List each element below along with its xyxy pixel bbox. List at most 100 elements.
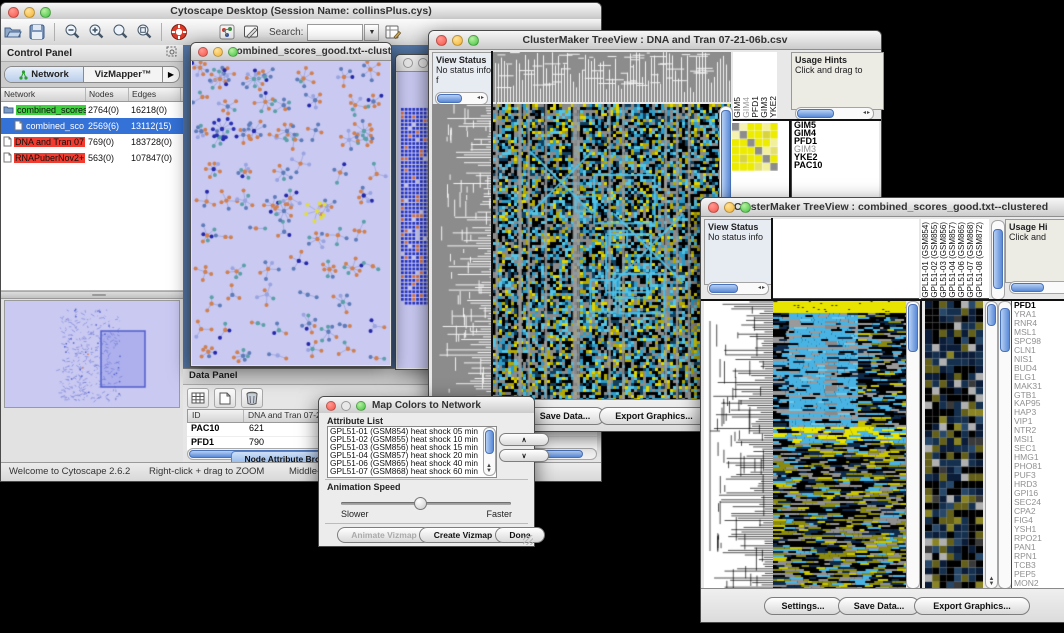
animate-vizmap-button[interactable]: Animate Vizmap bbox=[337, 527, 431, 543]
help-lifesaver-icon[interactable] bbox=[168, 22, 190, 42]
scroll-thumb[interactable] bbox=[1000, 308, 1010, 352]
scroll-thumb[interactable] bbox=[797, 109, 834, 118]
minimize-button[interactable] bbox=[24, 7, 35, 18]
move-down-button[interactable]: ∨ bbox=[499, 449, 549, 462]
close-button[interactable] bbox=[403, 58, 413, 68]
close-button[interactable] bbox=[8, 7, 19, 18]
scroll-thumb[interactable] bbox=[1011, 283, 1044, 292]
zoom-fit-icon[interactable] bbox=[109, 22, 131, 42]
col-network[interactable]: Network bbox=[1, 88, 86, 101]
scroll-thumb[interactable] bbox=[709, 284, 738, 293]
delete-attribute-icon[interactable] bbox=[241, 388, 263, 408]
move-up-button[interactable]: ∧ bbox=[499, 433, 549, 446]
network-overview-thumbnail[interactable] bbox=[4, 300, 180, 408]
new-attribute-icon[interactable] bbox=[214, 388, 236, 408]
save-data-button[interactable]: Save Data... bbox=[838, 597, 920, 615]
resize-grip[interactable] bbox=[523, 535, 533, 545]
minimize-button[interactable] bbox=[213, 47, 223, 57]
zoom-button[interactable] bbox=[228, 47, 238, 57]
treeview-combined-buttonbar: Settings... Save Data... Export Graphics… bbox=[701, 588, 1064, 622]
row-dendrogram[interactable] bbox=[704, 301, 773, 589]
attribute-listbox[interactable]: GPL51-01 (GSM854) heat shock 05 minGPL51… bbox=[327, 426, 497, 478]
slider-thumb[interactable] bbox=[414, 497, 427, 510]
save-data-button[interactable]: Save Data... bbox=[525, 407, 605, 425]
status-welcome: Welcome to Cytoscape 2.6.2 bbox=[9, 466, 130, 477]
create-vizmap-button[interactable]: Create Vizmap bbox=[419, 527, 507, 543]
dialog-titlebar[interactable]: Map Colors to Network bbox=[319, 397, 534, 414]
save-icon[interactable] bbox=[26, 22, 48, 42]
col-edges[interactable]: Edges bbox=[129, 88, 181, 101]
scroll-thumb[interactable] bbox=[485, 430, 494, 454]
zoom-in-icon[interactable] bbox=[85, 22, 107, 42]
float-panel-icon[interactable] bbox=[166, 46, 177, 60]
column-dendrogram[interactable] bbox=[493, 52, 731, 102]
attribute-item[interactable]: GPL51-07 (GSM868) heat shock 60 min bbox=[328, 468, 496, 476]
close-button[interactable] bbox=[326, 401, 336, 411]
network-name: RNAPuberNov2+ bbox=[14, 153, 85, 163]
minimize-button[interactable] bbox=[341, 401, 351, 411]
scroll-arrows[interactable]: ▲▼ bbox=[485, 464, 493, 474]
close-button[interactable] bbox=[436, 35, 447, 46]
zoom-heatmap[interactable] bbox=[732, 123, 778, 171]
titlebar[interactable]: ClusterMaker TreeView : DNA and Tran 07-… bbox=[429, 31, 881, 50]
attribute-editor-icon[interactable] bbox=[382, 22, 404, 42]
network-overview-icon[interactable] bbox=[216, 22, 238, 42]
scroll-thumb[interactable] bbox=[908, 304, 918, 352]
annotation-icon[interactable] bbox=[240, 22, 262, 42]
tab-overflow-button[interactable]: ▶ bbox=[162, 67, 179, 82]
gene-list-vscrollbar[interactable] bbox=[998, 301, 1012, 589]
zoom-vscrollbar[interactable]: ▲▼ bbox=[985, 301, 998, 589]
zoom-heatmap[interactable] bbox=[925, 301, 983, 589]
network-row[interactable]: combined_scores2764(0)16218(0) bbox=[1, 102, 183, 118]
attribute-list-vscrollbar[interactable]: ▲▼ bbox=[483, 427, 496, 476]
heatmap-vscrollbar[interactable] bbox=[906, 301, 920, 589]
map-colors-dialog: Map Colors to Network Attribute List GPL… bbox=[318, 396, 535, 547]
usage-hints-hscrollbar[interactable]: ◂▸ bbox=[1009, 281, 1064, 294]
row-dendrogram[interactable] bbox=[432, 104, 491, 399]
network-view-canvas[interactable] bbox=[192, 61, 390, 365]
scroll-thumb[interactable] bbox=[993, 229, 1003, 289]
network-row[interactable]: RNAPuberNov2+563(0)107847(0) bbox=[1, 150, 183, 166]
heatmap-main[interactable] bbox=[493, 104, 731, 399]
scroll-arrows[interactable]: ◂▸ bbox=[477, 94, 485, 101]
zoom-selected-icon[interactable] bbox=[133, 22, 155, 42]
search-dropdown-arrow[interactable]: ▼ bbox=[364, 24, 379, 41]
scroll-arrows[interactable]: ▲▼ bbox=[987, 577, 996, 587]
view-status-panel: View Status No status info f ◂▸ bbox=[432, 52, 497, 108]
export-graphics-button[interactable]: Export Graphics... bbox=[914, 597, 1030, 615]
minimize-button[interactable] bbox=[452, 35, 463, 46]
settings-button[interactable]: Settings... bbox=[764, 597, 842, 615]
heatmap-main[interactable] bbox=[773, 301, 906, 589]
main-titlebar[interactable]: Cytoscape Desktop (Session Name: collins… bbox=[1, 3, 601, 20]
panel-splitter[interactable] bbox=[1, 291, 183, 299]
scroll-thumb[interactable] bbox=[437, 94, 462, 103]
done-button[interactable]: Done bbox=[495, 527, 545, 543]
titlebar[interactable]: combined_scores_good.txt--cluste... bbox=[191, 43, 391, 61]
col-nodes[interactable]: Nodes bbox=[86, 88, 129, 101]
tab-network[interactable]: Network bbox=[5, 67, 84, 82]
zoom-button[interactable] bbox=[740, 202, 751, 213]
close-button[interactable] bbox=[198, 47, 208, 57]
select-attributes-icon[interactable] bbox=[187, 388, 209, 408]
network-row[interactable]: combined_sco2569(6)13112(15) bbox=[1, 118, 183, 134]
search-input[interactable] bbox=[307, 24, 363, 41]
minimize-button[interactable] bbox=[724, 202, 735, 213]
minimize-button[interactable] bbox=[418, 58, 428, 68]
scroll-arrows[interactable]: ◂▸ bbox=[758, 284, 766, 291]
column-labels-vscrollbar[interactable] bbox=[991, 220, 1005, 300]
zoom-out-icon[interactable] bbox=[61, 22, 83, 42]
zoom-button[interactable] bbox=[468, 35, 479, 46]
tab-vizmapper[interactable]: VizMapper™ bbox=[84, 67, 162, 82]
titlebar[interactable]: ClusterMaker TreeView : combined_scores_… bbox=[701, 198, 1064, 217]
scroll-arrows[interactable]: ◂▸ bbox=[863, 109, 871, 116]
zoom-button[interactable] bbox=[40, 7, 51, 18]
network-row[interactable]: DNA and Tran 07769(0)183728(0) bbox=[1, 134, 183, 150]
open-folder-icon[interactable] bbox=[2, 22, 24, 42]
view-status-hscrollbar[interactable]: ◂▸ bbox=[707, 282, 769, 295]
close-button[interactable] bbox=[708, 202, 719, 213]
zoom-button[interactable] bbox=[356, 401, 366, 411]
control-panel: Control Panel Network VizMapper™ ▶ bbox=[1, 45, 184, 463]
export-graphics-button[interactable]: Export Graphics... bbox=[599, 407, 709, 425]
scroll-thumb[interactable] bbox=[987, 304, 996, 326]
attr-col-id[interactable]: ID bbox=[188, 410, 244, 422]
